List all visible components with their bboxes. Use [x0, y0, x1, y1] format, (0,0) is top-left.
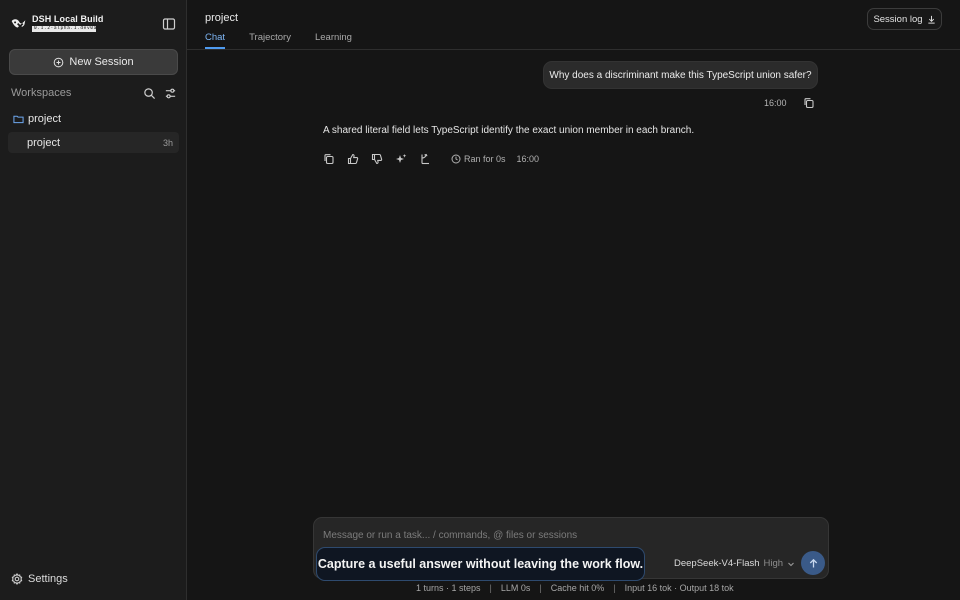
session-item[interactable]: project 3h — [8, 132, 179, 153]
send-button[interactable] — [801, 551, 825, 575]
model-effort: High — [763, 558, 784, 569]
workspaces-header: Workspaces — [11, 86, 177, 100]
sparkle-icon[interactable] — [395, 153, 407, 165]
user-message-meta: 16:00 — [764, 97, 815, 109]
top-bar: project Chat Trajectory Learning Session… — [187, 0, 960, 50]
logo-icon — [11, 19, 26, 30]
version-badge: 0.1.2-alpha.1.dev0a03 — [32, 26, 96, 32]
run-duration: Ran for 0s — [451, 154, 506, 164]
download-icon — [927, 15, 935, 24]
status-turns: 1 turns · 1 steps — [416, 583, 481, 593]
copy-icon[interactable] — [323, 153, 335, 165]
session-age: 3h — [162, 137, 173, 148]
session-log-button[interactable]: Session log — [867, 8, 942, 30]
workspace-folder[interactable]: project — [13, 113, 61, 125]
new-session-button[interactable]: New Session — [9, 49, 178, 75]
settings-label: Settings — [28, 573, 68, 585]
tab-trajectory[interactable]: Trajectory — [249, 32, 291, 49]
status-tokens: Input 16 tok · Output 18 tok — [624, 583, 734, 593]
assistant-message-time: 16:00 — [516, 154, 540, 164]
plus-circle-icon — [54, 57, 64, 67]
status-divider: | — [489, 583, 492, 593]
settings-button[interactable]: Settings — [11, 573, 68, 585]
assistant-actions: Ran for 0s 16:00 — [323, 153, 539, 165]
status-divider: | — [539, 583, 542, 593]
chevron-down-icon — [788, 562, 794, 566]
run-duration-text: Ran for 0s — [464, 154, 506, 164]
page-title: project — [205, 12, 239, 24]
app-title: DSH Local Build — [32, 14, 104, 24]
new-session-label: New Session — [69, 56, 134, 68]
user-message-time: 16:00 — [764, 98, 787, 108]
copy-icon[interactable] — [803, 97, 815, 109]
brand: DSH Local Build 0.1.2-alpha.1.dev0a03 — [10, 14, 104, 33]
workspaces-label: Workspaces — [11, 87, 72, 99]
model-name: DeepSeek-V4-Flash — [674, 558, 760, 569]
branch-icon[interactable] — [419, 153, 431, 165]
assistant-message: A shared literal field lets TypeScript i… — [323, 125, 695, 136]
session-name: project — [27, 136, 61, 149]
sidebar-toggle-icon[interactable] — [162, 17, 176, 31]
user-message-text: Why does a discriminant make this TypeSc… — [549, 69, 812, 81]
thumbs-down-icon[interactable] — [371, 153, 383, 165]
arrow-up-icon — [809, 558, 817, 567]
tab-bar: Chat Trajectory Learning — [205, 32, 376, 49]
search-icon[interactable] — [143, 87, 156, 100]
status-llm: LLM 0s — [500, 583, 531, 593]
session-log-label: Session log — [873, 13, 923, 25]
workspace-name: project — [28, 113, 62, 125]
user-message: Why does a discriminant make this TypeSc… — [543, 61, 818, 89]
gear-icon — [11, 573, 23, 585]
model-selector[interactable]: DeepSeek-V4-Flash High — [674, 558, 795, 569]
clock-icon — [451, 154, 461, 164]
status-divider: | — [613, 583, 616, 593]
tooltip: Capture a useful answer without leaving … — [316, 547, 645, 581]
message-input[interactable] — [323, 527, 813, 543]
status-cache: Cache hit 0% — [550, 583, 605, 593]
status-bar: 1 turns · 1 steps | LLM 0s | Cache hit 0… — [416, 583, 734, 593]
thumbs-up-icon[interactable] — [347, 153, 359, 165]
main-panel: project Chat Trajectory Learning Session… — [187, 0, 960, 600]
sidebar: DSH Local Build 0.1.2-alpha.1.dev0a03 Ne… — [0, 0, 187, 600]
tab-chat[interactable]: Chat — [205, 32, 226, 49]
tab-learning[interactable]: Learning — [315, 32, 352, 49]
filter-settings-icon[interactable] — [164, 87, 177, 100]
folder-icon — [13, 115, 24, 124]
